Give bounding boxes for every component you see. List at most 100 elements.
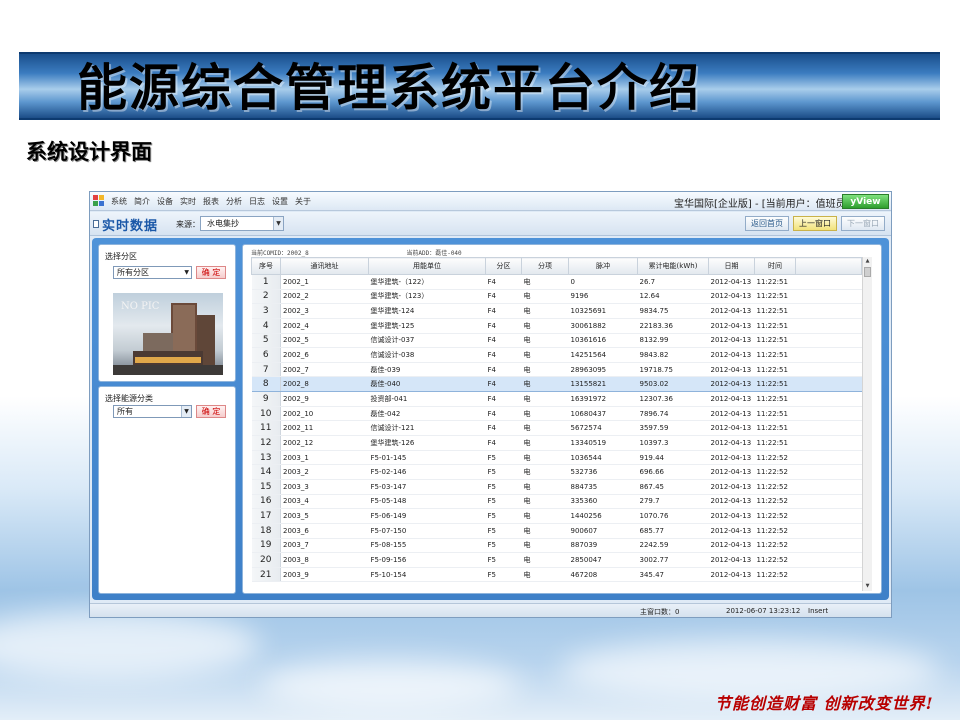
table-cell: 11:22:52 <box>754 508 796 524</box>
table-cell: 2002_11 <box>280 420 369 437</box>
scroll-down-icon[interactable]: ▼ <box>863 582 872 591</box>
menu-item[interactable]: 关于 <box>295 196 311 207</box>
table-cell: 9834.75 <box>637 303 709 319</box>
menu-item[interactable]: 分析 <box>226 196 242 207</box>
brand-badge: yView <box>842 194 889 209</box>
table-cell: 2012-04-13 <box>708 538 755 554</box>
table-cell: 11:22:51 <box>754 318 796 334</box>
table-row[interactable]: 5 2002_5 信诚设计-037 F4 电 10361616 8132.99 2012-04… <box>251 333 862 349</box>
energy-select[interactable]: 所有 ▼ <box>113 405 192 418</box>
table-row[interactable]: 15 2003_3 F5-03-147 F5 电 884735 867.45 2012-04-… <box>251 479 862 495</box>
vertical-scrollbar[interactable]: ▲ ▼ <box>862 257 872 591</box>
table-cell: 2002_7 <box>280 362 369 378</box>
column-header[interactable]: 累计电能(kWh) <box>637 257 709 275</box>
table-cell: 1440256 <box>568 508 638 524</box>
app-window: 系统 简介 设备 实时 报表 分析 日志 设置 关于 宝华国际[企业版] - [当前用户：值班员… <box>89 191 892 618</box>
column-header[interactable]: 分区 <box>485 257 522 275</box>
table-cell: 11:22:51 <box>754 435 796 451</box>
column-header[interactable]: 用能单位 <box>368 257 486 275</box>
column-header[interactable]: 分项 <box>521 257 569 275</box>
table-row[interactable]: 4 2002_4 堡华建筑-125 F4 电 30061882 22183.36 2012-0… <box>251 318 862 334</box>
menu-item[interactable]: 日志 <box>249 196 265 207</box>
table-row[interactable]: 19 2003_7 F5-08-155 F5 电 887039 2242.59 2012-04… <box>251 538 862 554</box>
content-area: 选择分区 所有分区 ▼ 确 定 NO PIC 选择能源分类 所有 ▼ 确 定 当… <box>92 238 889 600</box>
table-cell: 1070.76 <box>637 508 709 524</box>
cloud-decoration <box>0 610 260 680</box>
table-row[interactable]: 9 2002_9 投资部-041 F4 电 16391972 12307.36 2012-04… <box>251 391 862 407</box>
table-row[interactable]: 7 2002_7 磊佳-039 F4 电 28963095 19718.75 2012-04-… <box>251 362 862 378</box>
table-cell: 电 <box>521 567 569 583</box>
table-cell: 919.44 <box>637 450 709 466</box>
table-cell: 电 <box>521 464 569 480</box>
table-cell-filler <box>795 274 862 290</box>
table-cell: 电 <box>521 376 569 393</box>
table-cell: 2012-04-13 <box>708 435 755 451</box>
table-cell: F4 <box>485 376 522 393</box>
table-cell: 2242.59 <box>637 538 709 554</box>
column-header[interactable]: 序号 <box>251 257 281 275</box>
table-cell: 532736 <box>568 464 638 480</box>
column-header[interactable]: 时间 <box>754 257 796 275</box>
table-row[interactable]: 13 2003_1 F5-01-145 F5 电 1036544 919.44 2012-04… <box>251 450 862 466</box>
table-cell: F5-09-156 <box>368 552 486 568</box>
menu-item[interactable]: 设置 <box>272 196 288 207</box>
table-cell: 电 <box>521 494 569 510</box>
table-cell: 电 <box>521 523 569 539</box>
table-cell: F5 <box>485 494 522 510</box>
table-cell: 11:22:52 <box>754 494 796 510</box>
menu-item[interactable]: 实时 <box>180 196 196 207</box>
column-header[interactable]: 日期 <box>708 257 755 275</box>
table-row[interactable]: 20 2003_8 F5-09-156 F5 电 2850047 3002.77 2012-0… <box>251 552 862 568</box>
row-number: 11 <box>251 420 281 437</box>
scroll-up-icon[interactable]: ▲ <box>863 257 872 266</box>
energy-confirm-button[interactable]: 确 定 <box>196 405 226 418</box>
table-cell: 11:22:51 <box>754 303 796 319</box>
table-row[interactable]: 16 2003_4 F5-05-148 F5 电 335360 279.7 2012-04-1… <box>251 494 862 510</box>
scroll-thumb[interactable] <box>864 267 871 277</box>
slide-title: 能源综合管理系统平台介绍 <box>77 59 701 117</box>
table-cell: F4 <box>485 435 522 451</box>
table-row[interactable]: 2 2002_2 堡华建筑-（123） F4 电 9196 12.64 2012-04-13 1… <box>251 289 862 305</box>
table-cell: 磊佳-042 <box>368 406 486 422</box>
column-header[interactable]: 通讯地址 <box>280 257 369 275</box>
status-bar: 主窗口数：0 2012-06-07 13:23:12 Insert <box>90 603 891 617</box>
table-cell: F5 <box>485 567 522 583</box>
next-window-button[interactable]: 下一窗口 <box>841 216 885 231</box>
prev-window-button[interactable]: 上一窗口 <box>793 216 837 231</box>
chevron-down-icon[interactable]: ▼ <box>273 217 283 230</box>
table-cell: F5 <box>485 538 522 554</box>
zone-confirm-button[interactable]: 确 定 <box>196 266 226 279</box>
table-cell: 2003_5 <box>280 508 369 524</box>
column-header[interactable]: 脉冲 <box>568 257 638 275</box>
home-button[interactable]: 返回首页 <box>745 216 789 231</box>
menu-item[interactable]: 报表 <box>203 196 219 207</box>
table-cell: 11:22:51 <box>754 406 796 422</box>
row-number: 14 <box>251 464 281 480</box>
table-cell: 10397.3 <box>637 435 709 451</box>
menu-item[interactable]: 系统 <box>111 196 127 207</box>
table-row[interactable]: 14 2003_2 F5-02-146 F5 电 532736 696.66 2012-04-… <box>251 464 862 480</box>
table-row[interactable]: 1 2002_1 堡华建筑-（122） F4 电 0 26.7 2012-04-13 11:22… <box>251 274 862 290</box>
row-number: 4 <box>251 318 281 334</box>
menu-item[interactable]: 简介 <box>134 196 150 207</box>
table-row[interactable]: 6 2002_6 信诚设计-038 F4 电 14251564 9843.82 2012-04… <box>251 347 862 363</box>
table-cell: 12.64 <box>637 289 709 305</box>
table-cell: 2850047 <box>568 552 638 568</box>
table-row[interactable]: 17 2003_5 F5-06-149 F5 电 1440256 1070.76 2012-0… <box>251 508 862 524</box>
table-cell: 2012-04-13 <box>708 464 755 480</box>
table-cell: 2003_7 <box>280 538 369 554</box>
app-logo-icon <box>93 195 105 207</box>
table-row[interactable]: 11 2002_11 信诚设计-121 F4 电 5672574 3597.59 2012-0… <box>251 420 862 437</box>
table-row[interactable]: 21 2003_9 F5-10-154 F5 电 467208 345.47 2012-04-… <box>251 567 862 583</box>
table-row[interactable]: 10 2002_10 磊佳-042 F4 电 10680437 7896.74 2012-04… <box>251 406 862 422</box>
menu-item[interactable]: 设备 <box>157 196 173 207</box>
table-cell: 2003_2 <box>280 464 369 480</box>
table-cell: 9196 <box>568 289 638 305</box>
zone-select[interactable]: 所有分区 ▼ <box>113 266 192 279</box>
table-cell: 电 <box>521 303 569 319</box>
table-row[interactable]: 12 2002_12 堡华建筑-126 F4 电 13340519 10397.3 2012-… <box>251 435 862 451</box>
table-row[interactable]: 18 2003_6 F5-07-150 F5 电 900607 685.77 2012-04-… <box>251 523 862 539</box>
table-row[interactable]: 8 2002_8 磊佳-040 F4 电 13155821 9503.02 2012-04-1… <box>251 376 862 393</box>
table-row[interactable]: 3 2002_3 堡华建筑-124 F4 电 10325691 9834.75 2012-04… <box>251 303 862 319</box>
source-select[interactable]: 水电集抄 ▼ <box>200 216 284 231</box>
